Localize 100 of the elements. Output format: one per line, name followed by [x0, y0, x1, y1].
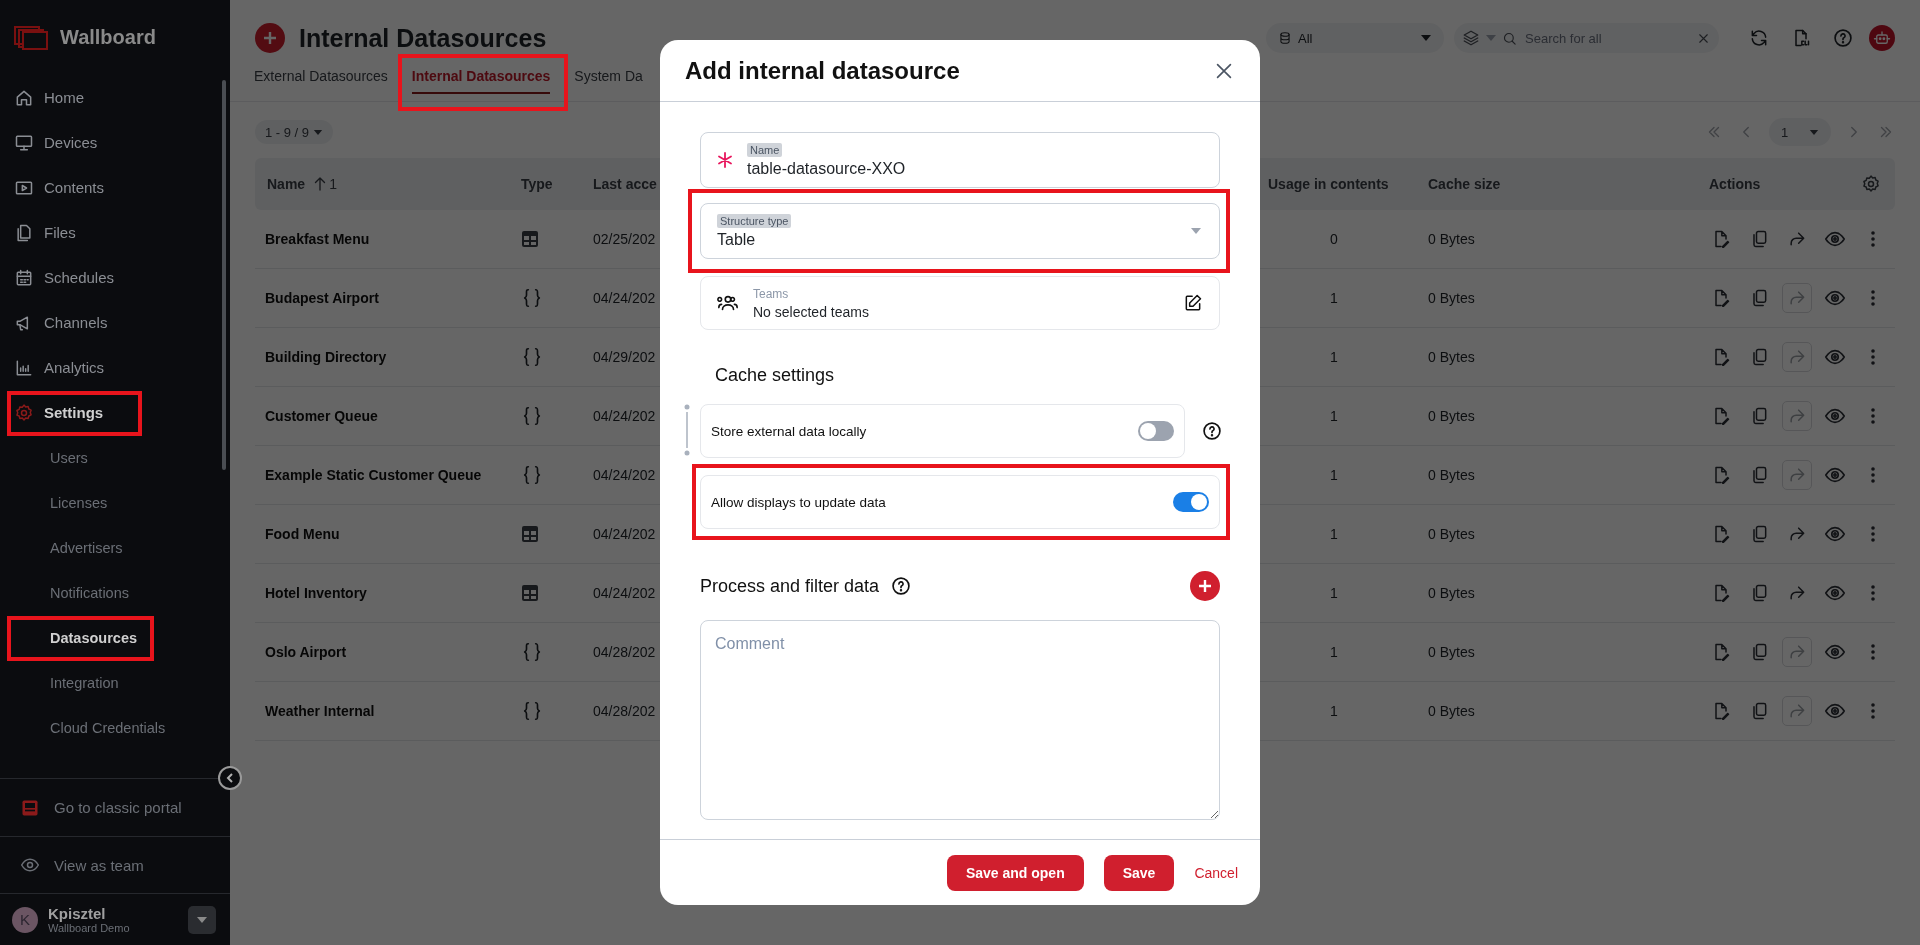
braces-icon — [521, 700, 543, 722]
kebab-menu-icon — [1871, 467, 1875, 483]
layers-icon — [1462, 29, 1480, 47]
nav-item[interactable]: Devices — [12, 127, 100, 158]
table-cell-text: 0 Bytes — [1427, 644, 1476, 660]
name-input[interactable]: table-datasource-XXO — [747, 159, 1203, 178]
edit-icon — [1183, 293, 1203, 313]
filter-dropdown[interactable]: All — [1266, 23, 1444, 53]
nav-item[interactable]: Users — [48, 442, 90, 473]
share-button[interactable] — [1782, 401, 1812, 431]
braces-icon — [521, 346, 543, 368]
caret-icon — [1809, 128, 1819, 136]
table-cell-text: Building Directory — [264, 349, 388, 365]
nav-item[interactable]: Cloud Credentials — [48, 712, 168, 743]
nav-item[interactable]: Datasources — [48, 622, 140, 653]
nav-item[interactable]: Contents — [12, 172, 107, 203]
scrollbar[interactable] — [222, 80, 226, 470]
comment-field[interactable]: Comment — [700, 620, 1220, 820]
column-header: Type — [520, 176, 554, 192]
teams-field[interactable]: Teams No selected teams — [700, 276, 1220, 330]
nav-item[interactable]: Advertisers — [48, 532, 125, 563]
nav-item[interactable]: Channels — [12, 307, 110, 338]
tab[interactable]: System Da — [562, 64, 655, 98]
database-icon — [1278, 31, 1292, 45]
field-value: No selected teams — [753, 303, 870, 320]
table-cell-text: 0 Bytes — [1427, 290, 1476, 306]
table-cell-text: Weather Internal — [264, 703, 376, 719]
table-cell-text: 1 — [1329, 467, 1339, 483]
page-dropdown[interactable]: 1 — [1769, 118, 1831, 146]
files-icon — [14, 222, 34, 243]
table-cell-text: 1 — [1329, 290, 1339, 306]
table-cell-text: 0 Bytes — [1427, 585, 1476, 601]
table-cell-text: 04/29/202 — [592, 349, 657, 365]
add-button[interactable] — [1190, 571, 1220, 601]
table-cell-text: Food Menu — [264, 526, 341, 542]
nav-item[interactable]: Integration — [48, 667, 121, 698]
range-dropdown[interactable]: 1 - 9 / 9 — [255, 120, 334, 144]
bot-avatar[interactable] — [1869, 25, 1895, 51]
add-button[interactable] — [255, 23, 285, 53]
table-cell-text: 0 Bytes — [1427, 349, 1476, 365]
braces-icon — [521, 641, 543, 663]
table-cell-text: Breakfast Menu — [264, 231, 371, 247]
brand-name: Wallboard — [60, 26, 156, 49]
nav-item[interactable]: Licenses — [48, 487, 110, 518]
settings-icon — [1861, 174, 1881, 194]
share-button[interactable] — [1782, 460, 1812, 490]
field-label: Structure type — [717, 213, 792, 228]
table-cell-text: 04/24/202 — [592, 526, 657, 542]
tab[interactable]: External Datasources — [242, 64, 400, 98]
nav-item[interactable]: Home — [12, 82, 86, 113]
table-cell-text: 1 — [1329, 408, 1339, 424]
help-icon — [1833, 28, 1853, 48]
user-avatar: K — [12, 906, 38, 933]
toggle-switch[interactable] — [1173, 492, 1209, 512]
nav-item[interactable]: Notifications — [48, 577, 131, 608]
share-button[interactable] — [1782, 696, 1812, 726]
nav-item[interactable]: Analytics — [12, 352, 107, 383]
table-cell-text: 0 Bytes — [1427, 526, 1476, 542]
table-cell-text: 02/25/202 — [592, 231, 657, 247]
dialog-title: Add internal datasource — [685, 56, 960, 85]
table-cell-text: 0 Bytes — [1427, 231, 1476, 247]
user-menu-button[interactable] — [188, 905, 216, 934]
plus-icon — [1197, 578, 1213, 594]
table-cell-text: 04/24/202 — [592, 408, 657, 424]
table-cell-text: 1 — [1329, 526, 1339, 542]
chevron-left-icon — [224, 772, 236, 784]
field-label: Name — [747, 142, 783, 157]
setting-label: Store external data locally — [711, 423, 867, 439]
search-icon — [1502, 30, 1517, 46]
share-button[interactable] — [1782, 283, 1812, 313]
braces-icon — [521, 464, 543, 486]
share-button[interactable] — [1782, 637, 1812, 667]
select-value: Table — [717, 230, 757, 249]
nav-item[interactable]: Settings — [12, 397, 106, 428]
table-cell-text: Customer Queue — [264, 408, 379, 424]
help-icon — [891, 576, 912, 596]
save-button[interactable]: Save — [1103, 854, 1175, 891]
logo-icon — [14, 25, 48, 50]
help-button[interactable] — [1833, 28, 1853, 48]
cancel-link[interactable]: Cancel — [1194, 864, 1238, 881]
sort-rank: 1 — [329, 176, 337, 192]
table-cell-text: 04/28/202 — [592, 703, 657, 719]
share-button[interactable] — [1782, 342, 1812, 372]
organization-name: Wallboard Demo — [48, 922, 130, 934]
user-name: Kpisztel — [48, 905, 107, 922]
setting-label: Allow displays to update data — [711, 494, 886, 510]
kebab-menu-icon — [1871, 526, 1875, 542]
nav-item[interactable]: Files — [12, 217, 78, 248]
table-cell-text: Oslo Airport — [264, 644, 348, 660]
timeline-connector — [684, 404, 690, 456]
name-field[interactable]: Name table-datasource-XXO — [700, 132, 1220, 188]
column-header[interactable]: Name — [267, 176, 306, 192]
edit-button[interactable] — [1183, 293, 1203, 313]
save-button[interactable]: Save and open — [946, 854, 1084, 891]
toggle-switch[interactable] — [1138, 421, 1174, 441]
collapse-button[interactable] — [218, 766, 242, 790]
column-header: Actions — [1709, 176, 1761, 192]
caret-icon — [313, 128, 324, 136]
structure-type-select[interactable]: Structure type Table — [700, 203, 1220, 259]
nav-item[interactable]: Schedules — [12, 262, 117, 293]
